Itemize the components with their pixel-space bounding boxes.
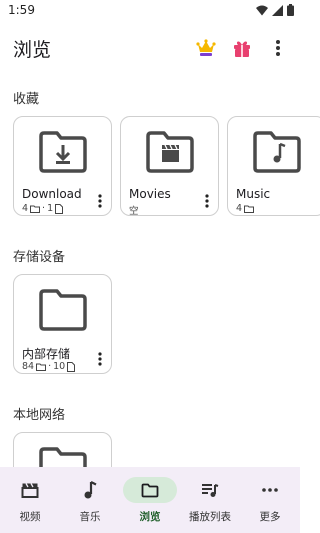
nav-label: 更多	[259, 511, 281, 523]
empty-label: 空	[129, 206, 139, 216]
folder-card-download[interactable]: Download 4 · 1	[13, 116, 112, 216]
gift-icon	[234, 41, 250, 57]
small-folder-icon	[30, 205, 41, 213]
small-file-icon	[55, 203, 64, 214]
storage-card-internal[interactable]: 内部存储 84 · 10	[13, 274, 112, 374]
nav-label: 音乐	[79, 511, 101, 523]
nav-indicator	[183, 477, 237, 503]
small-file-icon	[67, 361, 76, 372]
playlist-icon	[202, 484, 219, 497]
nav-item-more[interactable]: 更多	[240, 467, 300, 533]
music-folder-icon	[253, 131, 301, 173]
nav-label: 播放列表	[189, 511, 231, 523]
section-title-network: 本地网络	[13, 408, 66, 423]
status-icons	[256, 4, 294, 16]
meta-separator: ·	[48, 361, 52, 372]
more-vertical-icon	[205, 194, 209, 208]
bottom-navigation: 视频 音乐 浏览 播放列表 更多	[0, 467, 300, 533]
section-title-storage: 存储设备	[13, 250, 66, 265]
small-folder-icon	[244, 205, 255, 213]
folder-card-movies[interactable]: Movies 空	[120, 116, 219, 216]
folder-card-music[interactable]: Music 4	[227, 116, 320, 216]
page-title: 浏览	[13, 39, 52, 61]
card-more-button[interactable]	[93, 349, 107, 369]
status-time: 1:59	[8, 3, 35, 17]
file-count: 10	[53, 361, 66, 372]
small-folder-icon	[36, 363, 47, 371]
battery-icon	[287, 4, 294, 16]
nav-indicator	[63, 477, 117, 503]
more-vertical-icon	[276, 40, 280, 56]
folder-count: 4	[236, 203, 243, 214]
card-more-button[interactable]	[93, 191, 107, 211]
folder-name: Music	[236, 187, 271, 201]
more-vertical-icon	[98, 194, 102, 208]
nav-item-playlist[interactable]: 播放列表	[180, 467, 240, 533]
storage-name: 内部存储	[22, 347, 71, 361]
meta-separator: ·	[42, 203, 46, 214]
folder-meta: 4 · 1	[22, 203, 64, 214]
premium-crown-button[interactable]	[194, 36, 218, 60]
more-horizontal-icon	[262, 488, 278, 492]
storage-meta: 84 · 10	[22, 361, 76, 372]
nav-item-browse[interactable]: 浏览	[120, 467, 180, 533]
nav-indicator	[243, 477, 297, 503]
gift-button[interactable]	[230, 36, 254, 60]
signal-icon	[272, 4, 283, 16]
folder-meta: 空	[129, 203, 139, 216]
music-note-icon	[84, 481, 97, 499]
nav-label: 视频	[19, 511, 41, 523]
nav-label: 浏览	[139, 511, 161, 523]
top-actions	[194, 36, 290, 60]
wifi-icon	[256, 5, 268, 15]
top-app-bar: 浏览	[0, 26, 300, 70]
file-count: 1	[47, 203, 54, 214]
nav-item-music[interactable]: 音乐	[60, 467, 120, 533]
more-vertical-icon	[98, 352, 102, 366]
folder-icon	[39, 289, 87, 331]
folder-count: 4	[22, 203, 29, 214]
section-title-favorites: 收藏	[13, 92, 40, 107]
clapperboard-icon	[21, 483, 39, 498]
movies-folder-icon	[146, 131, 194, 173]
folder-name: Download	[22, 187, 82, 201]
status-bar: 1:59	[0, 0, 300, 22]
folder-meta: 4	[236, 203, 255, 214]
download-folder-icon	[39, 131, 87, 173]
overflow-menu-button[interactable]	[266, 36, 290, 60]
nav-indicator	[123, 477, 177, 503]
crown-icon	[196, 39, 216, 56]
nav-item-video[interactable]: 视频	[0, 467, 60, 533]
folder-name: Movies	[129, 187, 171, 201]
folder-count: 84	[22, 361, 35, 372]
folder-icon	[141, 483, 159, 497]
card-more-button[interactable]	[200, 191, 214, 211]
nav-indicator	[3, 477, 57, 503]
